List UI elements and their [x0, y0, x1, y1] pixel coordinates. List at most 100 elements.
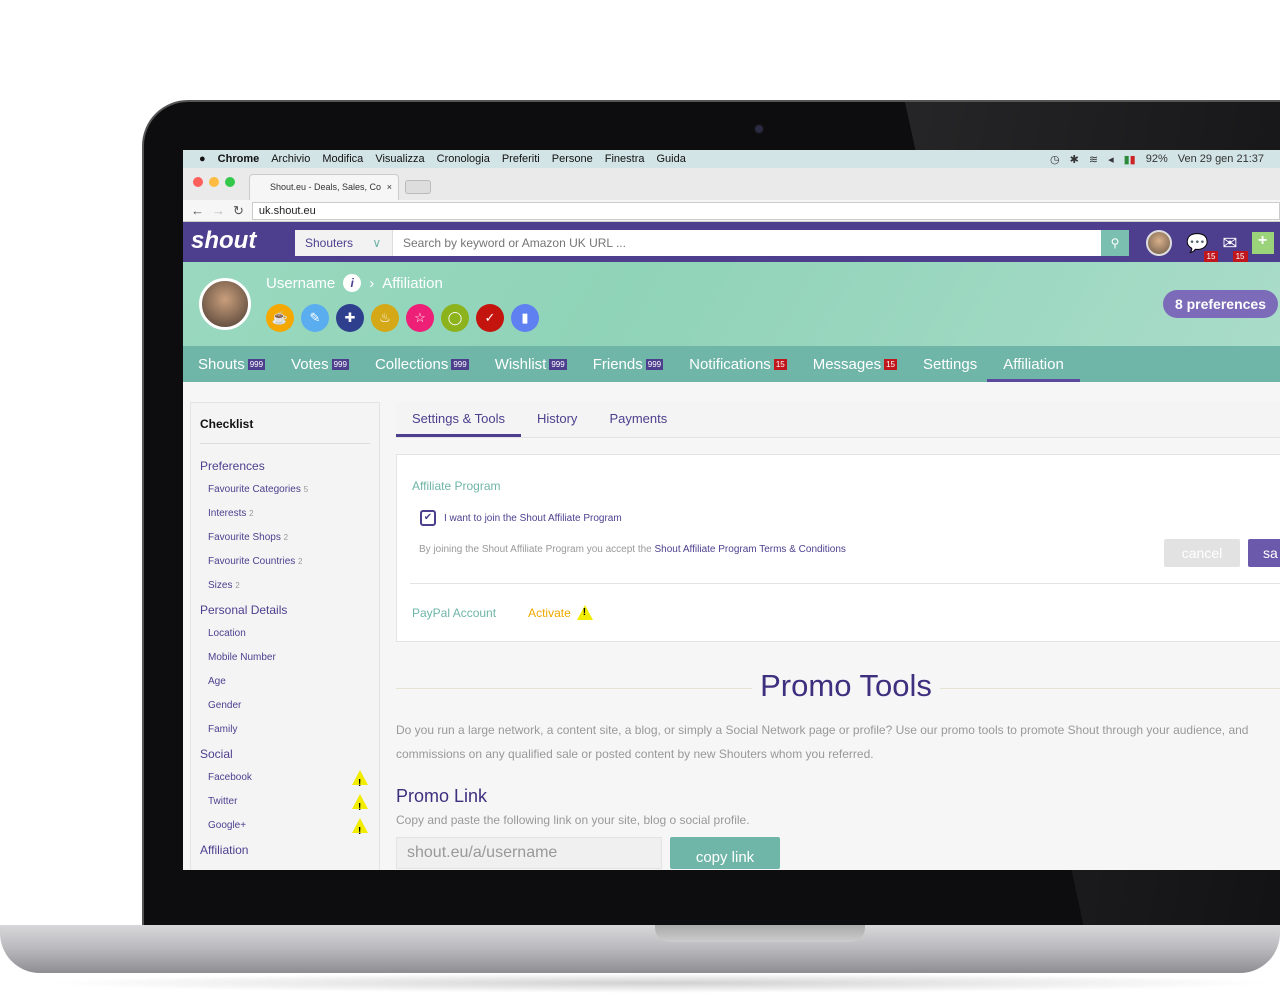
back-icon[interactable]: ←: [191, 203, 204, 218]
checklist-item[interactable]: Favourite Countries 2: [200, 550, 370, 574]
checklist-item-count: 2: [235, 581, 240, 590]
join-affiliate-checkbox[interactable]: ✔ I want to join the Shout Affiliate Prog…: [420, 510, 622, 526]
checklist-group[interactable]: Affiliation: [200, 838, 370, 862]
tab-payments[interactable]: Payments: [593, 402, 683, 437]
nav-settings[interactable]: Settings: [923, 346, 977, 382]
badge-icon[interactable]: ☕: [266, 304, 294, 332]
menu-archivio[interactable]: Archivio: [271, 153, 310, 165]
menu-persone[interactable]: Persone: [552, 153, 593, 165]
battery-percent[interactable]: 92%: [1146, 153, 1168, 166]
checklist-item[interactable]: Family: [200, 718, 370, 742]
wifi-icon[interactable]: ≋: [1089, 153, 1098, 166]
tab-settings-tools[interactable]: Settings & Tools: [396, 402, 521, 437]
apple-icon[interactable]: ●: [199, 153, 206, 165]
time-machine-icon[interactable]: ◷: [1050, 153, 1060, 166]
shout-logo[interactable]: shout: [191, 227, 256, 255]
search-bar: Shouters ∨ ⚲: [295, 230, 1129, 256]
checklist-item-count: 5: [303, 485, 309, 494]
menu-visualizza[interactable]: Visualizza: [375, 153, 424, 165]
nav-collections[interactable]: Collections 999: [375, 346, 469, 382]
copy-link-button[interactable]: copy link: [670, 837, 780, 869]
badge-icon[interactable]: ◯: [441, 304, 469, 332]
reload-icon[interactable]: ↻: [233, 203, 244, 219]
checklist-item[interactable]: Age: [200, 670, 370, 694]
cancel-button[interactable]: cancel: [1164, 539, 1240, 567]
menu-guida[interactable]: Guida: [656, 153, 685, 165]
laptop-base: [0, 925, 1280, 973]
tab-history[interactable]: History: [521, 402, 593, 437]
checklist-item[interactable]: Gender: [200, 694, 370, 718]
info-icon[interactable]: i: [343, 274, 362, 292]
nav-messages[interactable]: Messages 15: [813, 346, 897, 382]
promo-description: Do you run a large network, a content si…: [396, 718, 1280, 766]
save-button[interactable]: sa: [1248, 539, 1280, 567]
nav-label: Friends: [592, 355, 643, 373]
nav-notifications[interactable]: Notifications 15: [689, 346, 787, 382]
menu-cronologia[interactable]: Cronologia: [437, 153, 490, 165]
new-tab-button[interactable]: [405, 180, 431, 194]
checklist-item[interactable]: Interests 2: [200, 502, 370, 526]
badge-icon[interactable]: ▮: [511, 304, 539, 332]
menu-finestra[interactable]: Finestra: [605, 153, 645, 165]
profile-avatar[interactable]: [199, 278, 251, 330]
preferences-button[interactable]: 8 preferences: [1162, 290, 1278, 318]
checklist-item[interactable]: Favourite Categories 5: [200, 478, 370, 502]
checklist-item[interactable]: Facebook: [200, 766, 370, 796]
promo-link-input[interactable]: [396, 837, 662, 869]
notifications-button[interactable]: 💬 15: [1186, 233, 1219, 262]
messages-button[interactable]: ✉ 15: [1222, 233, 1248, 262]
volume-icon[interactable]: ◂: [1108, 153, 1114, 166]
nav-friends[interactable]: Friends 999: [592, 346, 664, 382]
activate-paypal-link[interactable]: Activate: [528, 605, 593, 620]
search-button[interactable]: ⚲: [1101, 230, 1129, 256]
badge-icon[interactable]: ✚: [336, 304, 364, 332]
menu-app[interactable]: Chrome: [218, 153, 260, 165]
browser-tab[interactable]: Shout.eu - Deals, Sales, Co ×: [249, 174, 399, 200]
close-tab-icon[interactable]: ×: [387, 182, 392, 192]
nav-count: 999: [331, 358, 349, 370]
checklist-item[interactable]: Mobile Number: [200, 646, 370, 670]
forward-icon[interactable]: →: [212, 203, 225, 218]
checklist-item[interactable]: Google+: [200, 814, 370, 844]
datetime[interactable]: Ven 29 gen 21:37: [1178, 153, 1264, 166]
checklist-item[interactable]: Location: [200, 622, 370, 646]
checklist-item[interactable]: Favourite Shops 2: [200, 526, 370, 550]
checklist-group[interactable]: Social: [200, 742, 370, 766]
checklist-item[interactable]: Sizes 2: [200, 574, 370, 598]
flag-icon[interactable]: ▮▮: [1124, 153, 1136, 166]
achievement-badges: ☕ ✎ ✚ ♨ ☆ ◯ ✓ ▮: [266, 304, 539, 332]
nav-wishlist[interactable]: Wishlist 999: [495, 346, 567, 382]
checklist-group[interactable]: Personal Details: [200, 598, 370, 622]
checkbox-checked-icon[interactable]: ✔: [420, 510, 436, 526]
close-window-button[interactable]: [193, 177, 203, 187]
badge-icon[interactable]: ✎: [301, 304, 329, 332]
terms-link[interactable]: Shout Affiliate Program Terms & Conditio…: [655, 544, 846, 555]
add-button[interactable]: +: [1251, 232, 1274, 254]
checklist-group[interactable]: Preferences: [200, 454, 370, 478]
nav-label: Wishlist: [494, 355, 547, 373]
nav-label: Affiliation: [1003, 355, 1064, 373]
minimize-window-button[interactable]: [209, 177, 219, 187]
badge-icon[interactable]: ☆: [406, 304, 434, 332]
search-scope-select[interactable]: Shouters ∨: [295, 230, 393, 256]
nav-votes[interactable]: Votes 999: [291, 346, 349, 382]
search-input[interactable]: [393, 230, 1101, 256]
breadcrumb-current: Affiliation: [382, 274, 443, 292]
menu-preferiti[interactable]: Preferiti: [502, 153, 540, 165]
nav-affiliation[interactable]: Affiliation: [987, 346, 1080, 382]
menu-modifica[interactable]: Modifica: [322, 153, 363, 165]
breadcrumb: Username i › Affiliation: [266, 274, 443, 292]
user-avatar[interactable]: [1146, 230, 1172, 256]
screen: ● Chrome Archivio Modifica Visualizza Cr…: [183, 150, 1280, 870]
nav-shouts[interactable]: Shouts 999: [198, 346, 266, 382]
checklist-item[interactable]: Twitter: [200, 790, 370, 820]
zoom-window-button[interactable]: [225, 177, 235, 187]
url-input[interactable]: uk.shout.eu: [251, 201, 1280, 220]
badge-icon[interactable]: ♨: [371, 304, 399, 332]
breadcrumb-username[interactable]: Username: [266, 275, 335, 292]
warning-icon: [352, 770, 368, 796]
terms-prefix: By joining the Shout Affiliate Program y…: [419, 544, 652, 555]
breadcrumb-separator-icon: ›: [369, 274, 375, 292]
bluetooth-icon[interactable]: ✱: [1070, 153, 1079, 166]
badge-icon[interactable]: ✓: [476, 304, 504, 332]
